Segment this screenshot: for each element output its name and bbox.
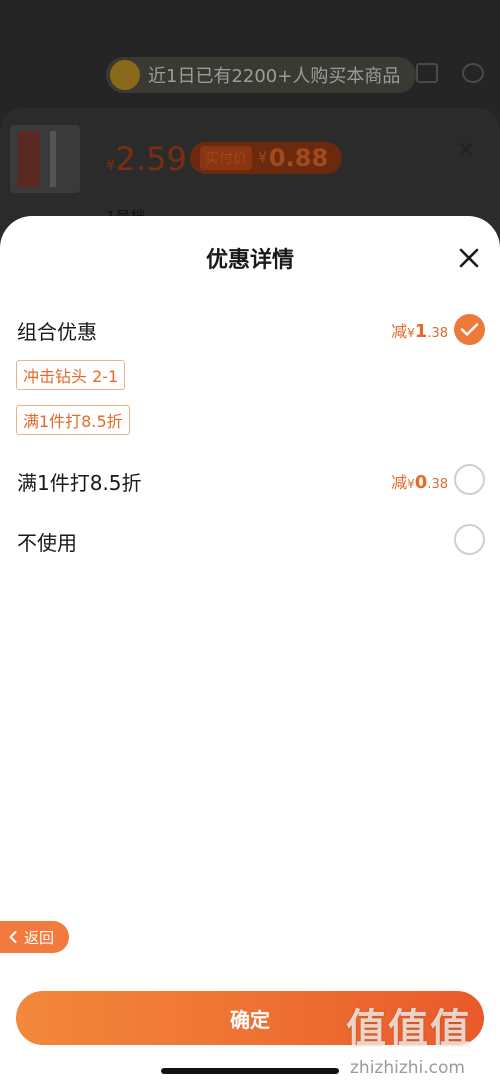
option-none-label[interactable]: 不使用 xyxy=(17,527,77,556)
check-icon xyxy=(460,323,479,336)
discount-detail-sheet xyxy=(0,216,500,1084)
watermark: 值值值 zhizhizhi.com xyxy=(346,996,496,1078)
product-price: ¥2.59 xyxy=(106,140,187,178)
back-label: 返回 xyxy=(24,928,55,947)
home-indicator xyxy=(161,1068,339,1074)
more-icon xyxy=(462,63,484,83)
amount-prefix: 减 xyxy=(391,322,408,341)
amount-decimal: .38 xyxy=(427,326,448,341)
final-price-tag: 实付价 xyxy=(200,146,252,170)
option-discount-radio[interactable] xyxy=(454,464,485,495)
option-none-radio[interactable] xyxy=(454,524,485,555)
final-price-currency: ¥ xyxy=(258,150,267,166)
option-discount-label[interactable]: 满1件打8.5折 xyxy=(17,467,142,496)
final-price-badge: 实付价 ¥ 0.88 xyxy=(190,142,343,174)
price-currency: ¥ xyxy=(106,156,116,174)
amount-prefix: 减 xyxy=(391,473,408,492)
amount-decimal: .38 xyxy=(427,477,448,492)
social-proof-banner: 近1日已有2200+人购买本商品 xyxy=(106,57,417,93)
coupon-tag: 满1件打8.5折 xyxy=(16,405,130,435)
close-icon[interactable] xyxy=(454,243,484,273)
final-price-value: 0.88 xyxy=(268,144,329,172)
price-value: 2.59 xyxy=(115,140,187,178)
option-combo-amount: 减¥1.38 xyxy=(391,318,448,342)
sheet-title: 优惠详情 xyxy=(205,248,294,273)
amount-integer: 1 xyxy=(414,321,428,342)
back-button[interactable]: 返回 xyxy=(0,921,69,953)
option-combo-label[interactable]: 组合优惠 xyxy=(17,316,97,345)
social-proof-text: 近1日已有2200+人购买本商品 xyxy=(148,66,401,87)
amount-currency: ¥ xyxy=(407,477,415,491)
option-discount-amount: 减¥0.38 xyxy=(391,469,448,493)
amount-currency: ¥ xyxy=(407,326,415,340)
option-combo-radio[interactable] xyxy=(454,314,485,345)
product-thumbnail xyxy=(10,125,80,193)
watermark-site: zhizhizhi.com xyxy=(350,1058,465,1078)
coupon-tag: 冲击钻头 2-1 xyxy=(16,360,126,390)
amount-integer: 0 xyxy=(414,472,428,493)
coin-icon xyxy=(110,60,140,90)
watermark-logo: 值值值 xyxy=(346,1006,472,1052)
share-icon xyxy=(416,63,438,83)
chevron-left-icon xyxy=(9,931,17,943)
spec-close-icon: ✕ xyxy=(456,136,477,164)
